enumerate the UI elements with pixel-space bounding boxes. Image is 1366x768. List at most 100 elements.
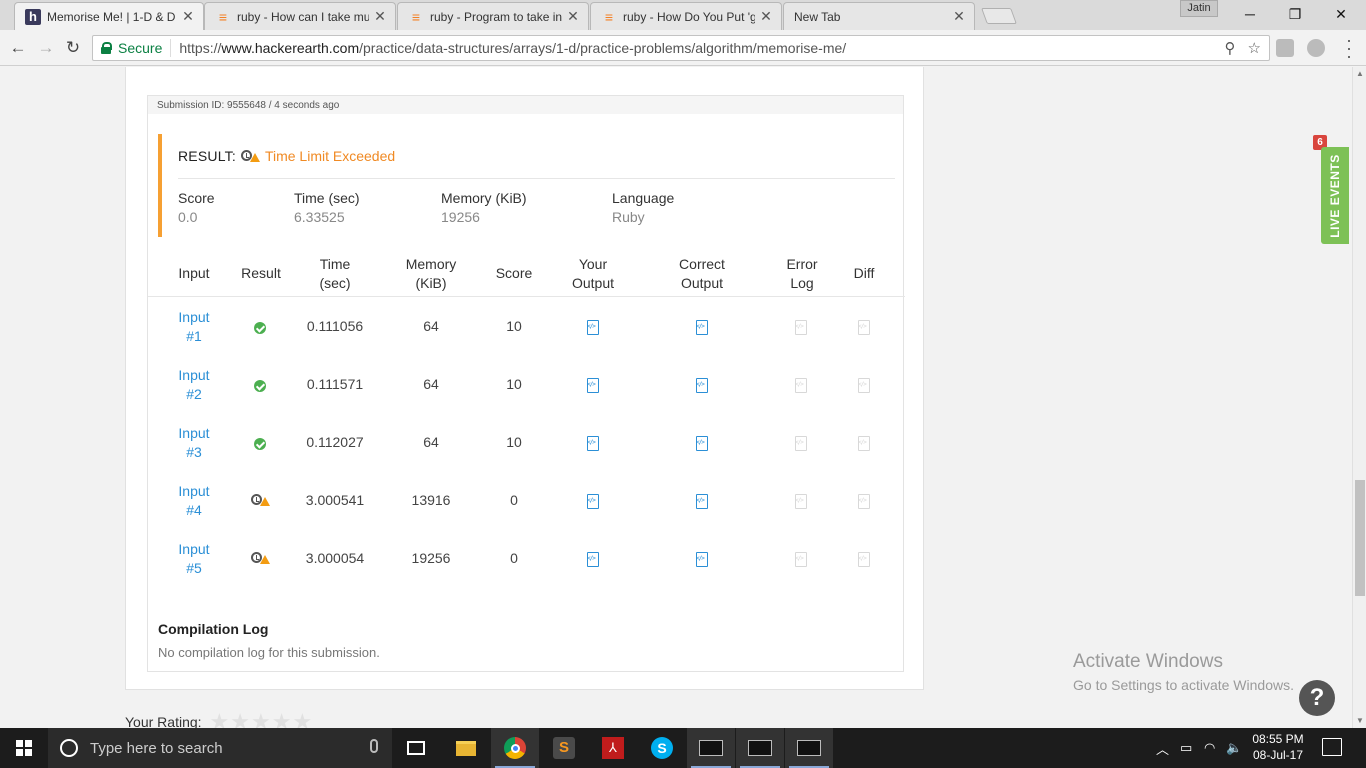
stat-time: Time (sec) 6.33525 (294, 190, 360, 225)
close-icon[interactable]: ✕ (373, 8, 387, 25)
stat-label: Score (178, 190, 215, 206)
your-output-file-icon[interactable] (587, 552, 599, 570)
tab-strip: h Memorise Me! | 1-D & D ✕ ≡ ruby - How … (0, 0, 1366, 30)
taskbar-search[interactable]: Type here to search (48, 728, 392, 768)
diff-file-icon (858, 378, 870, 396)
close-icon[interactable]: ✕ (952, 8, 966, 25)
address-bar[interactable]: Secure https://www.hackerearth.com/pract… (92, 35, 1270, 61)
secure-indicator[interactable]: Secure (93, 39, 172, 57)
bookmark-star-icon[interactable]: ☆ (1248, 39, 1261, 57)
action-center-icon[interactable] (1322, 738, 1342, 756)
profile-button[interactable]: Jatin (1180, 0, 1218, 17)
correct-output-file-icon[interactable] (696, 378, 708, 396)
volume-icon[interactable]: 🔈 (1226, 728, 1242, 768)
lock-icon (101, 42, 112, 54)
correct-output-file-icon[interactable] (696, 436, 708, 454)
row-score: 10 (506, 318, 522, 334)
live-events-button[interactable]: LIVE EVENTS (1321, 147, 1349, 244)
windows-logo-icon (16, 740, 32, 756)
submission-panel: Submission ID: 9555648 / 4 seconds ago R… (125, 67, 924, 690)
tab-ruby-2[interactable]: ≡ ruby - Program to take in ✕ (397, 2, 589, 30)
close-icon[interactable]: ✕ (181, 8, 195, 25)
row-memory: 64 (423, 318, 439, 334)
new-tab-button[interactable] (981, 8, 1017, 24)
microphone-icon[interactable] (370, 739, 378, 753)
time-limit-icon (251, 552, 270, 568)
tab-title: ruby - How Do You Put 'g (623, 9, 755, 24)
taskbar-clock[interactable]: 08:55 PM 08-Jul-17 (1246, 731, 1310, 763)
stat-value: 6.33525 (294, 209, 345, 225)
input-link[interactable]: Input #5 (168, 540, 220, 578)
page-scrollbar[interactable]: ▲ ▼ (1352, 67, 1366, 728)
stat-language: Language Ruby (612, 190, 674, 225)
your-output-file-icon[interactable] (587, 436, 599, 454)
table-row: Input #2 0.111571 64 10 (148, 356, 905, 414)
correct-output-file-icon[interactable] (696, 494, 708, 512)
pdf-extension-icon[interactable] (1276, 39, 1294, 57)
input-link[interactable]: Input #4 (168, 482, 220, 520)
battery-icon[interactable]: ▭ (1180, 728, 1192, 768)
url-text[interactable]: https://www.hackerearth.com/practice/dat… (171, 40, 846, 56)
scroll-thumb[interactable] (1355, 480, 1365, 596)
chrome-icon[interactable] (491, 728, 539, 768)
tab-new[interactable]: New Tab ✕ (783, 2, 975, 30)
chrome-menu-icon[interactable]: · · · (1344, 31, 1354, 65)
terminal-icon[interactable] (785, 728, 833, 768)
col-memory: Memory (KiB) (405, 256, 457, 291)
star-rating[interactable]: ★★★★★ (210, 711, 314, 729)
diff-file-icon (858, 494, 870, 512)
tab-memorise-me[interactable]: h Memorise Me! | 1-D & D ✕ (14, 2, 204, 30)
your-output-file-icon[interactable] (587, 378, 599, 396)
minimize-icon[interactable]: ─ (1227, 0, 1273, 28)
col-your-output: Your Output (571, 256, 615, 291)
close-window-icon[interactable]: ✕ (1318, 0, 1364, 28)
table-row: Input #5 3.000054 19256 0 (148, 530, 905, 588)
restore-icon[interactable]: ❐ (1272, 0, 1318, 28)
your-output-file-icon[interactable] (587, 494, 599, 512)
rating-label: Your Rating: (125, 714, 202, 728)
key-icon[interactable]: ⚲ (1225, 39, 1236, 57)
row-memory: 19256 (411, 550, 451, 566)
stat-value: 0.0 (178, 209, 198, 225)
start-button[interactable] (0, 728, 48, 768)
input-link[interactable]: Input #3 (168, 424, 220, 462)
extension-icon[interactable] (1307, 39, 1325, 57)
scroll-down-icon[interactable]: ▼ (1353, 714, 1366, 728)
wifi-icon[interactable]: ◠ (1204, 728, 1215, 768)
task-view-icon[interactable] (392, 728, 440, 768)
correct-output-file-icon[interactable] (696, 320, 708, 338)
input-link[interactable]: Input #1 (168, 308, 220, 346)
scroll-up-icon[interactable]: ▲ (1353, 67, 1366, 81)
pdf-reader-icon[interactable]: ⅄ (589, 728, 637, 768)
accepted-icon (254, 379, 266, 395)
stat-value: 19256 (441, 209, 480, 225)
tab-title: New Tab (794, 9, 841, 24)
correct-output-file-icon[interactable] (696, 552, 708, 570)
forward-arrow-icon[interactable]: → (35, 37, 57, 59)
sublime-text-icon[interactable]: S (540, 728, 588, 768)
your-output-file-icon[interactable] (587, 320, 599, 338)
skype-icon[interactable]: S (638, 728, 686, 768)
help-button[interactable]: ? (1299, 680, 1335, 716)
back-arrow-icon[interactable]: ← (7, 37, 29, 59)
stat-value: Ruby (612, 209, 645, 225)
row-score: 0 (510, 550, 518, 566)
col-time: Time (sec) (319, 256, 351, 291)
tab-ruby-3[interactable]: ≡ ruby - How Do You Put 'g ✕ (590, 2, 782, 30)
terminal-icon[interactable] (736, 728, 784, 768)
error-log-file-icon (795, 378, 807, 396)
url-path: /practice/data-structures/arrays/1-d/pra… (359, 40, 847, 56)
input-link[interactable]: Input #2 (168, 366, 220, 404)
col-input: Input (178, 265, 210, 281)
show-hidden-icons[interactable]: ︿ (1156, 728, 1169, 768)
cortana-icon (60, 739, 78, 757)
tab-ruby-1[interactable]: ≡ ruby - How can I take mu ✕ (204, 2, 396, 30)
reload-icon[interactable]: ↻ (62, 37, 84, 59)
file-explorer-icon[interactable] (442, 728, 490, 768)
stackoverflow-icon: ≡ (411, 8, 421, 25)
tab-title: ruby - How can I take mu (237, 9, 369, 24)
close-icon[interactable]: ✕ (566, 8, 580, 25)
close-icon[interactable]: ✕ (759, 8, 773, 25)
terminal-icon[interactable] (687, 728, 735, 768)
error-log-file-icon (795, 494, 807, 512)
